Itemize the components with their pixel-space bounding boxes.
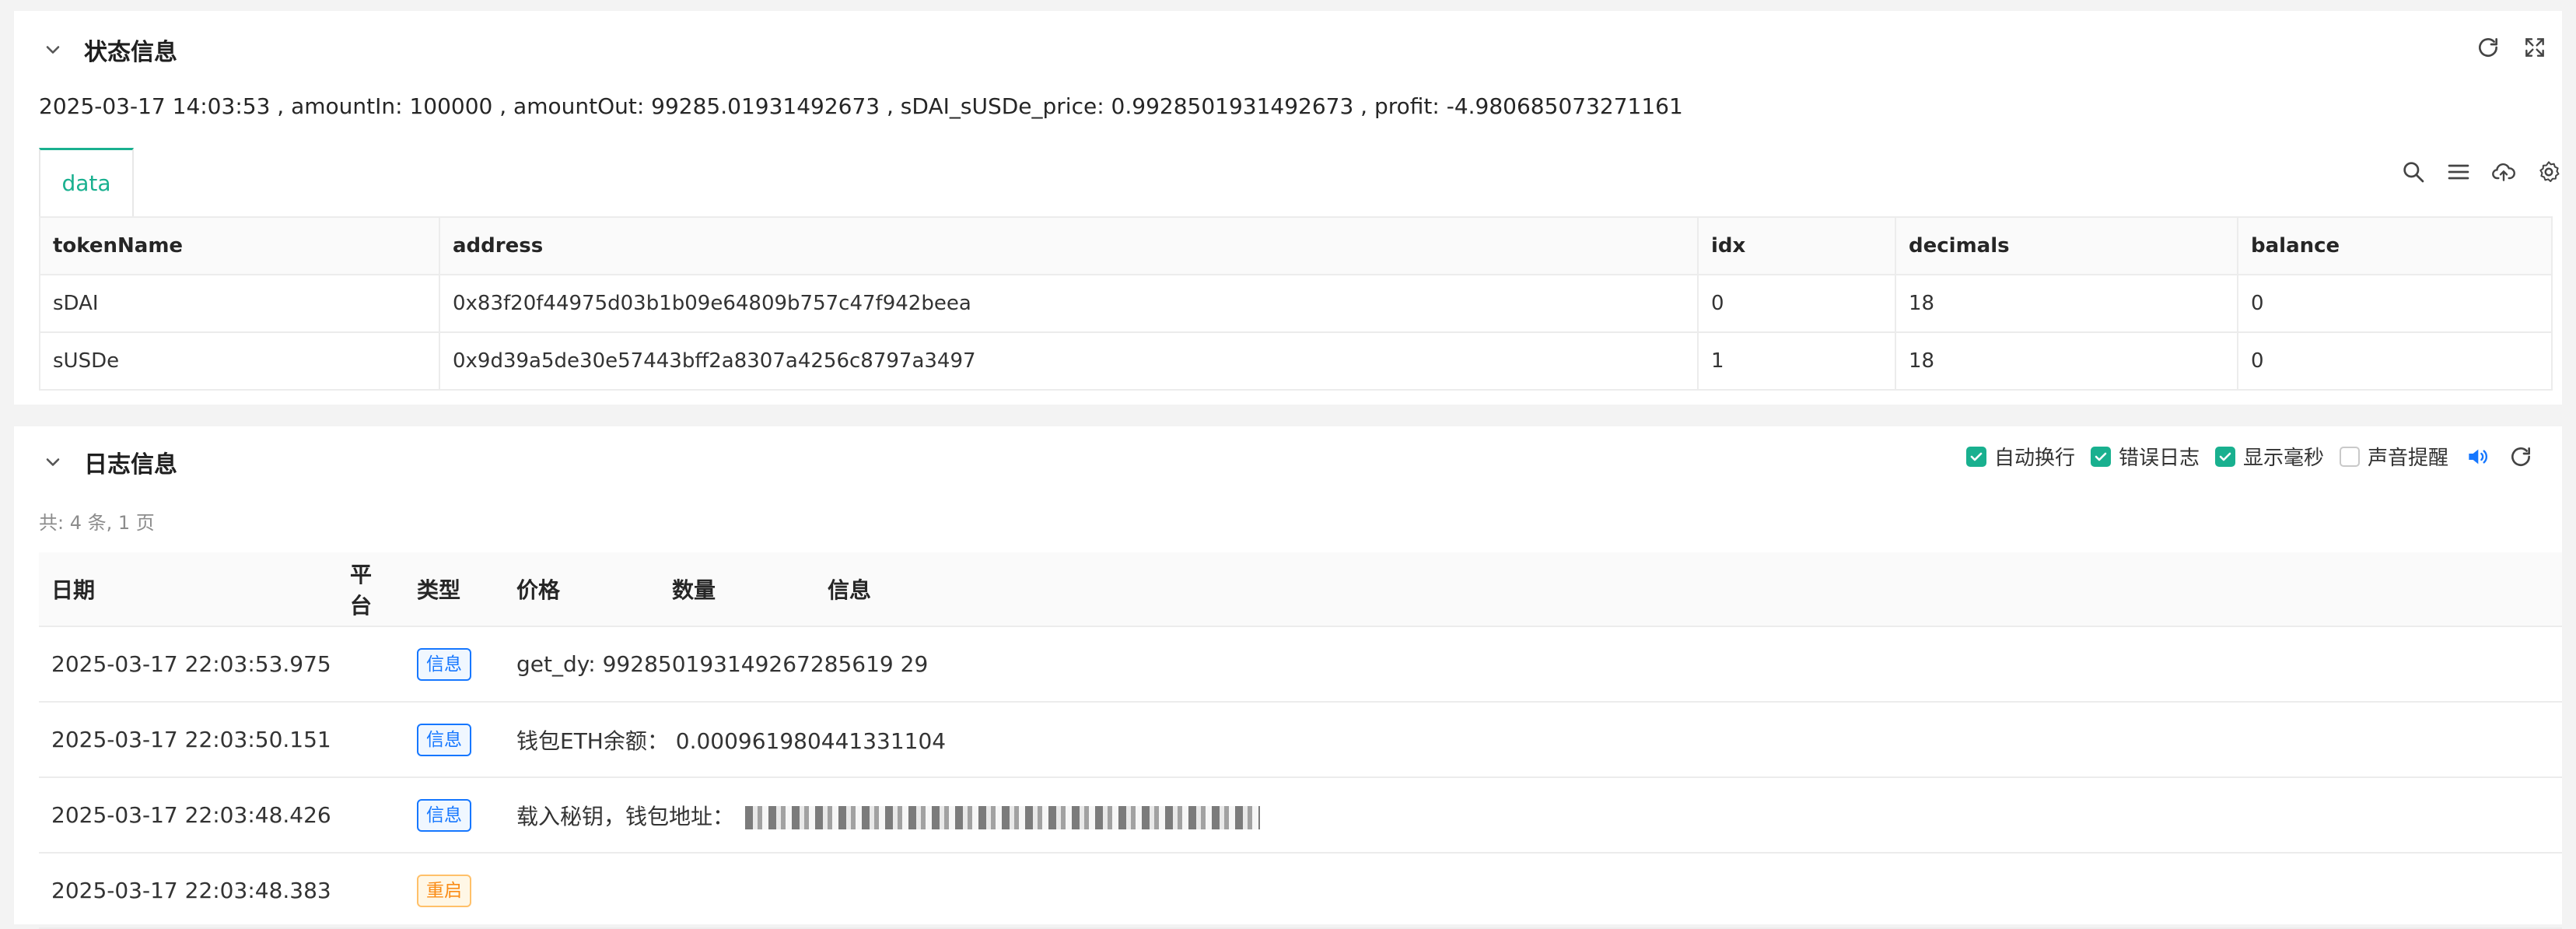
search-icon[interactable] bbox=[2400, 159, 2427, 185]
table-row: sUSDe 0x9d39a5de30e57443bff2a8307a4256c8… bbox=[39, 331, 2553, 391]
log-row: 2025-03-17 22:03:48.383 重启 bbox=[39, 853, 2562, 929]
log-date: 2025-03-17 22:03:53.975 bbox=[39, 626, 338, 703]
cell-balance: 0 bbox=[2237, 274, 2553, 333]
option-auto-wrap[interactable]: 自动换行 bbox=[1965, 442, 2075, 471]
col-header-tokenname[interactable]: tokenName bbox=[39, 216, 440, 275]
log-date: 2025-03-17 22:03:48.426 bbox=[39, 777, 338, 854]
table-header-row: tokenName address idx decimals balance bbox=[39, 216, 2553, 275]
log-table: 日期 平台 类型 价格 数量 信息 2025-03-17 22:03:53.97… bbox=[39, 552, 2562, 929]
log-type: 重启 bbox=[404, 853, 504, 929]
log-type: 信息 bbox=[404, 777, 504, 854]
tab-bar: data bbox=[39, 137, 2562, 216]
status-panel-header[interactable]: 状态信息 bbox=[39, 33, 177, 67]
gear-icon[interactable] bbox=[2536, 159, 2562, 185]
list-icon[interactable] bbox=[2445, 159, 2472, 185]
type-badge-restart: 重启 bbox=[417, 874, 471, 907]
cell-tokenname: sDAI bbox=[39, 274, 440, 333]
log-panel-title: 日志信息 bbox=[84, 451, 177, 479]
log-date: 2025-03-17 22:03:50.151 bbox=[39, 702, 338, 778]
col-header-price: 价格 bbox=[504, 552, 660, 627]
log-options: 自动换行 错误日志 显示毫秒 声音提醒 bbox=[1965, 442, 2534, 471]
refresh-icon[interactable] bbox=[2475, 34, 2501, 61]
status-header-tools bbox=[2475, 34, 2548, 61]
fullscreen-icon[interactable] bbox=[2522, 34, 2548, 61]
page: 状态信息 2025-03-17 14:03:53 , amountIn: 100… bbox=[0, 0, 2576, 929]
chevron-down-icon[interactable] bbox=[39, 448, 67, 476]
option-label: 自动换行 bbox=[1993, 447, 2075, 470]
log-type: 信息 bbox=[404, 626, 504, 703]
option-sound-alert[interactable]: 声音提醒 bbox=[2339, 442, 2448, 471]
log-message bbox=[504, 853, 2562, 929]
option-label: 错误日志 bbox=[2118, 447, 2200, 470]
chevron-down-icon[interactable] bbox=[39, 36, 67, 64]
log-platform bbox=[338, 853, 404, 929]
type-badge-info: 信息 bbox=[417, 723, 471, 756]
checkbox-checked-icon[interactable] bbox=[1965, 446, 1986, 467]
col-header-decimals[interactable]: decimals bbox=[1895, 216, 2238, 275]
table-tools bbox=[2400, 159, 2562, 185]
redacted-wallet-address bbox=[745, 805, 1261, 829]
col-header-date: 日期 bbox=[39, 552, 338, 627]
cell-address: 0x9d39a5de30e57443bff2a8307a4256c8797a34… bbox=[439, 331, 1699, 391]
log-panel: 日志信息 自动换行 错误日志 显示毫秒 声音提醒 共: 4 条, 1 页 日期 … bbox=[14, 426, 2562, 929]
log-count: 共: 4 条, 1 页 bbox=[39, 512, 155, 534]
type-badge-info: 信息 bbox=[417, 647, 471, 681]
status-line: 2025-03-17 14:03:53 , amountIn: 100000 ,… bbox=[39, 93, 1683, 119]
tab-data[interactable]: data bbox=[39, 148, 134, 216]
token-table: tokenName address idx decimals balance s… bbox=[39, 216, 2553, 391]
log-row: 2025-03-17 22:03:50.151 信息 钱包ETH余额： 0.00… bbox=[39, 702, 2562, 778]
log-platform bbox=[338, 702, 404, 778]
col-header-balance[interactable]: balance bbox=[2237, 216, 2553, 275]
log-row: 2025-03-17 22:03:48.426 信息 载入秘钥，钱包地址： bbox=[39, 777, 2562, 854]
checkbox-unchecked-icon[interactable] bbox=[2339, 446, 2360, 467]
cloud-upload-icon[interactable] bbox=[2490, 159, 2517, 185]
log-row: 2025-03-17 22:03:53.975 信息 get_dy: 99285… bbox=[39, 626, 2562, 703]
log-message: 载入秘钥，钱包地址： bbox=[504, 777, 2562, 854]
cell-balance: 0 bbox=[2237, 331, 2553, 391]
col-header-amount: 数量 bbox=[660, 552, 815, 627]
option-label: 显示毫秒 bbox=[2242, 447, 2324, 470]
cell-idx: 1 bbox=[1697, 331, 1896, 391]
option-error-log[interactable]: 错误日志 bbox=[2090, 442, 2200, 471]
checkbox-checked-icon[interactable] bbox=[2214, 446, 2235, 467]
log-panel-header[interactable]: 日志信息 bbox=[39, 445, 177, 479]
log-message: 钱包ETH余额： 0.000961980441331104 bbox=[504, 702, 2562, 778]
cell-decimals: 18 bbox=[1895, 331, 2238, 391]
col-header-address[interactable]: address bbox=[439, 216, 1699, 275]
log-type: 信息 bbox=[404, 702, 504, 778]
cell-address: 0x83f20f44975d03b1b09e64809b757c47f942be… bbox=[439, 274, 1699, 333]
col-header-message: 信息 bbox=[815, 552, 2562, 627]
type-badge-info: 信息 bbox=[417, 798, 471, 832]
cell-idx: 0 bbox=[1697, 274, 1896, 333]
col-header-platform: 平台 bbox=[338, 552, 404, 627]
col-header-type: 类型 bbox=[404, 552, 504, 627]
refresh-icon[interactable] bbox=[2508, 443, 2534, 470]
log-message: get_dy: 992850193149267285619 29 bbox=[504, 626, 2562, 703]
cell-decimals: 18 bbox=[1895, 274, 2238, 333]
log-date: 2025-03-17 22:03:48.383 bbox=[39, 853, 338, 929]
log-message-text: 载入秘钥，钱包地址： bbox=[516, 803, 735, 829]
cell-tokenname: sUSDe bbox=[39, 331, 440, 391]
option-label: 声音提醒 bbox=[2367, 447, 2448, 470]
log-header-row: 日期 平台 类型 价格 数量 信息 bbox=[39, 552, 2562, 627]
option-show-ms[interactable]: 显示毫秒 bbox=[2214, 442, 2324, 471]
log-platform bbox=[338, 777, 404, 854]
log-platform bbox=[338, 626, 404, 703]
checkbox-checked-icon[interactable] bbox=[2090, 446, 2111, 467]
speaker-icon[interactable] bbox=[2464, 443, 2490, 470]
status-panel-title: 状态信息 bbox=[84, 39, 177, 66]
col-header-idx[interactable]: idx bbox=[1697, 216, 1896, 275]
status-panel: 状态信息 2025-03-17 14:03:53 , amountIn: 100… bbox=[14, 11, 2562, 405]
table-row: sDAI 0x83f20f44975d03b1b09e64809b757c47f… bbox=[39, 274, 2553, 333]
